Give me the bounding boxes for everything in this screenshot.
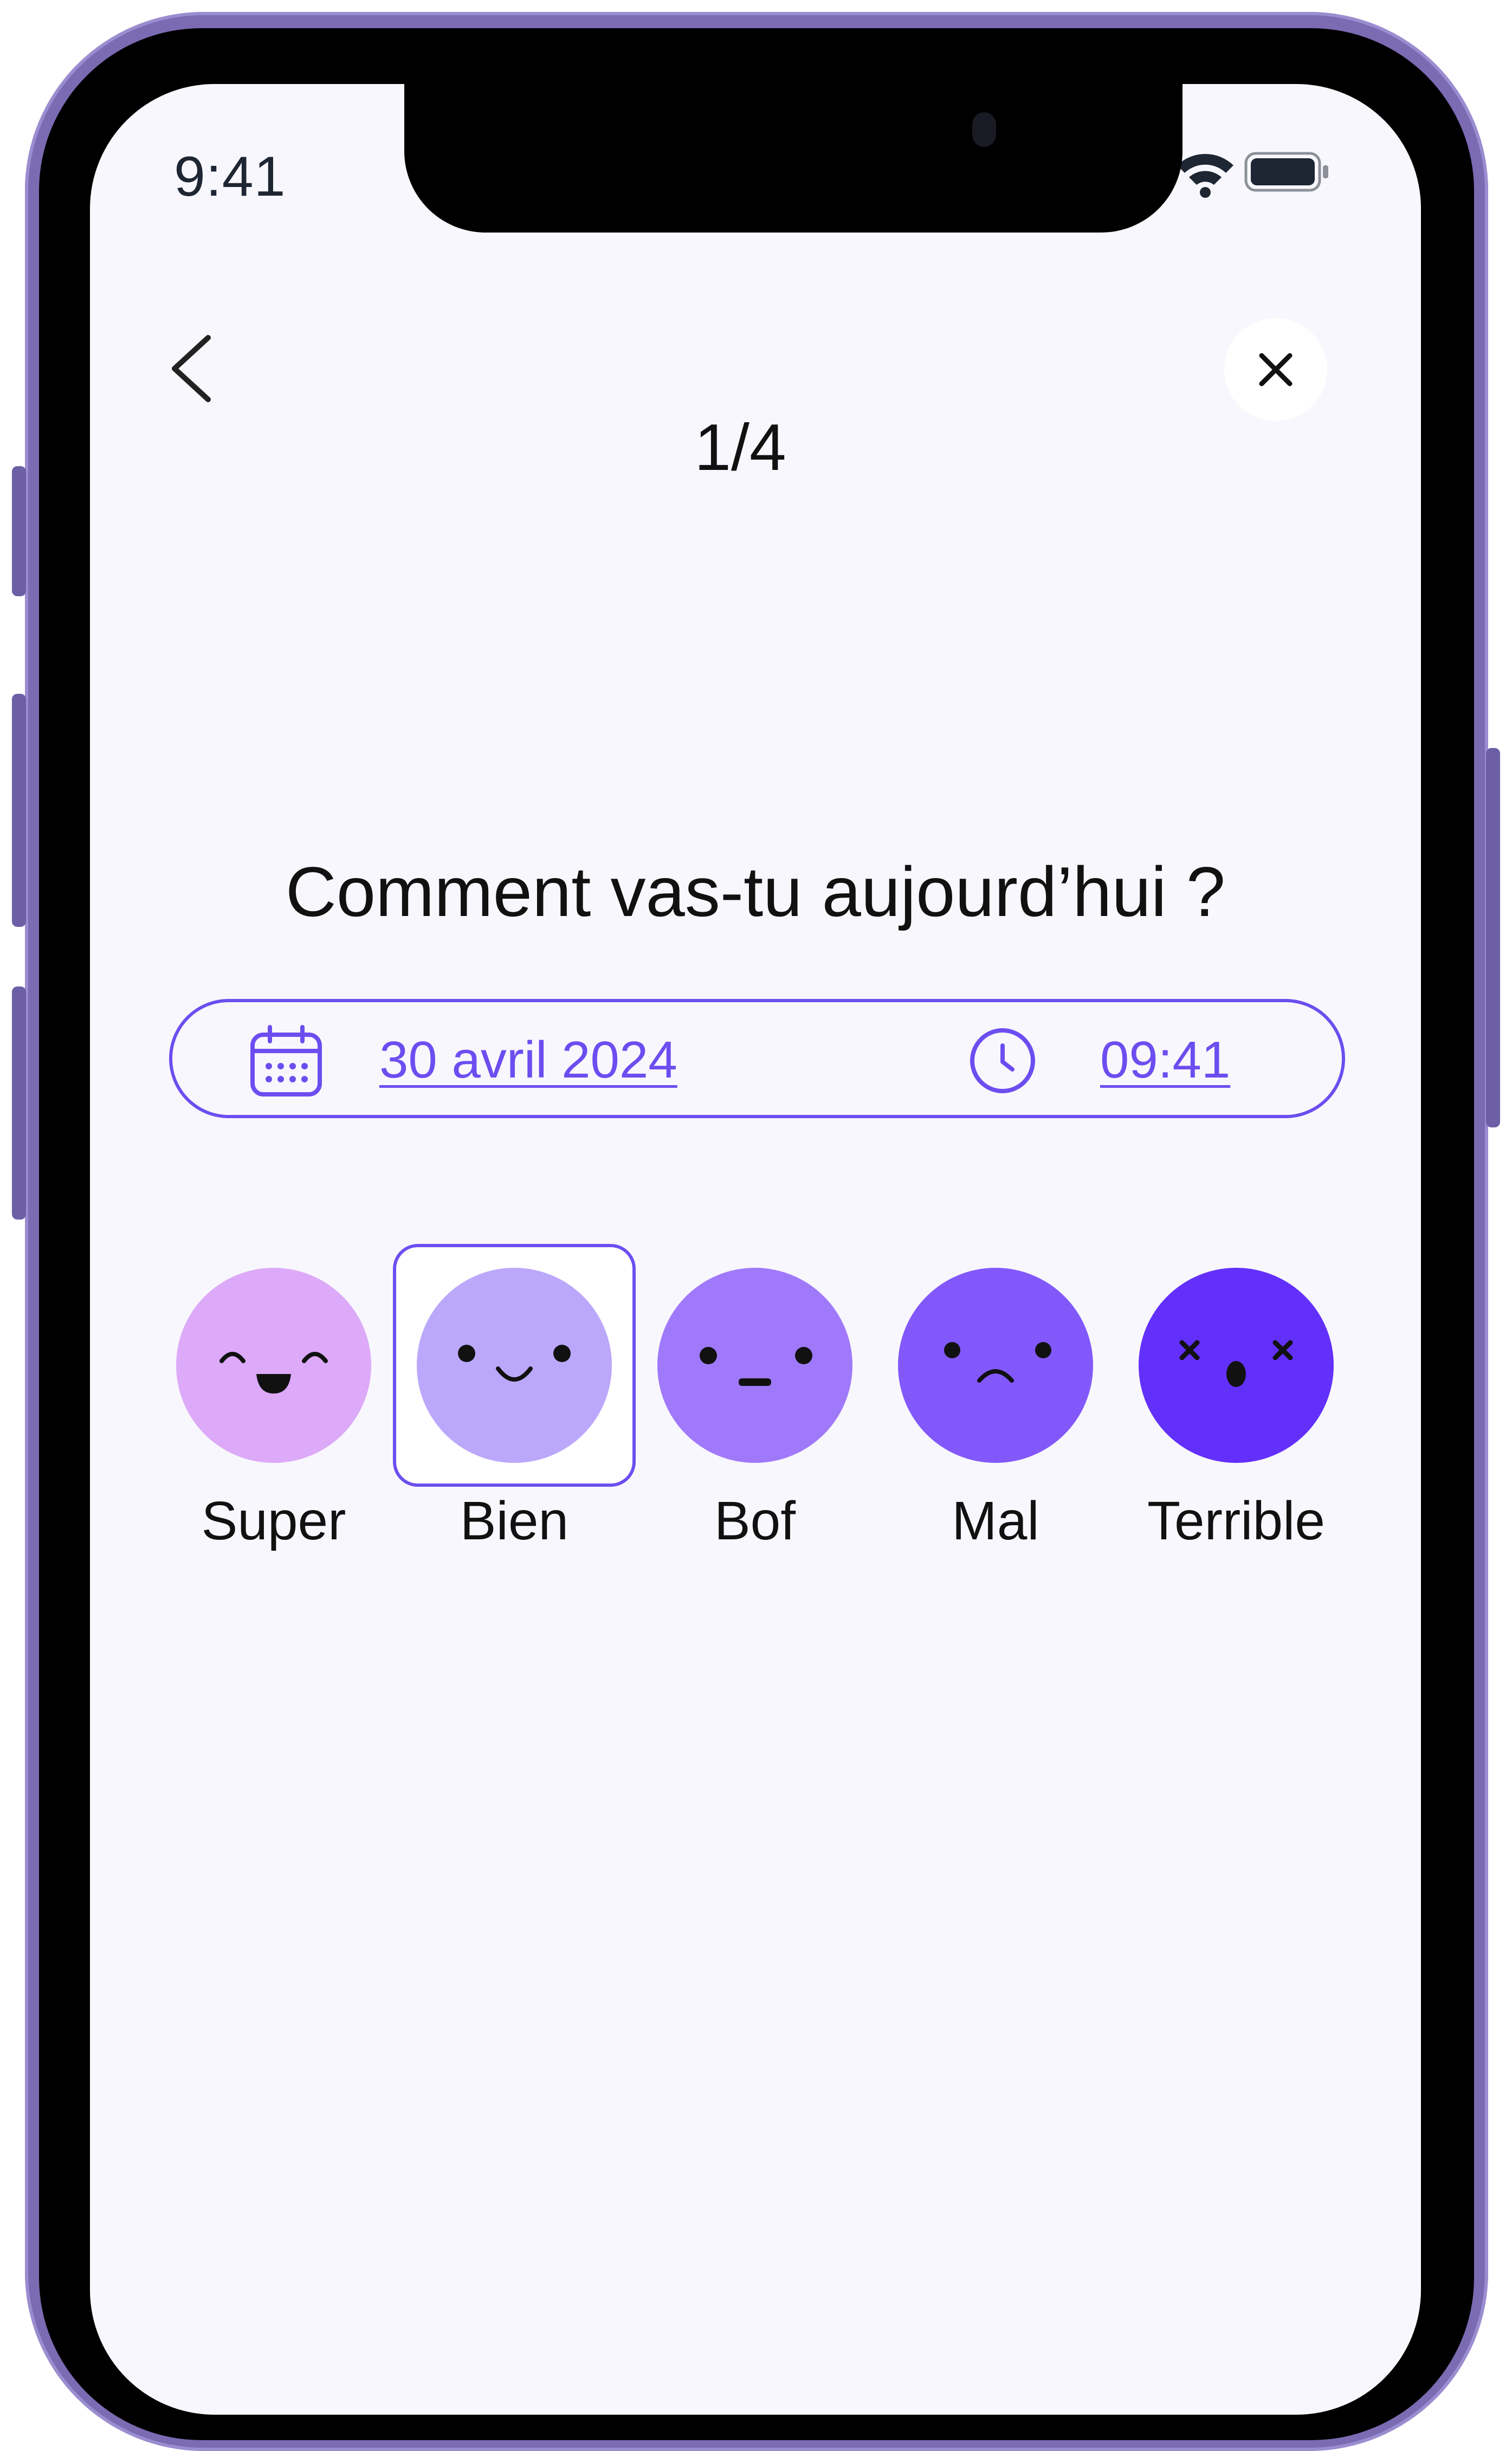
calendar-icon [250,1025,322,1096]
clock-icon [970,1028,1035,1093]
mood-face-mal [898,1268,1093,1463]
mood-bien[interactable]: Bien [393,1244,636,1566]
smiling-face-icon [458,1345,571,1382]
volume-down-button [12,986,26,1220]
mood-bof[interactable]: Bof [641,1252,869,1566]
mood-face-bof [657,1268,852,1463]
mood-label: Terrible [1147,1491,1325,1551]
screen: 9:41 1/4 Comment vas-tu aujourd’hui ? 30… [90,84,1421,2415]
mood-label: Super [201,1491,346,1551]
battery-icon [1244,150,1331,194]
volume-up-button [12,694,26,927]
date-link[interactable]: 30 avril 2024 [379,1030,677,1090]
dizzy-face-icon [1179,1340,1293,1387]
mood-label: Bof [714,1491,796,1551]
datetime-selector: 30 avril 2024 09:41 [169,999,1345,1118]
close-icon [1259,353,1293,386]
mood-face-super [176,1268,371,1463]
mute-switch [12,466,26,596]
step-counter: 1/4 [694,410,786,484]
mood-mal[interactable]: Mal [882,1252,1109,1566]
mood-terrible[interactable]: Terrible [1122,1252,1350,1566]
wifi-icon [1174,149,1237,198]
mood-super[interactable]: Super [160,1252,387,1566]
camera-icon [972,112,996,147]
notch [404,84,1183,233]
sad-face-icon [944,1342,1051,1383]
neutral-face-icon [700,1347,812,1386]
chevron-left-icon [172,335,211,402]
question-title: Comment vas-tu aujourd’hui ? [285,852,1226,931]
close-button[interactable] [1224,318,1327,421]
back-button[interactable] [159,322,219,415]
mood-label: Mal [952,1491,1039,1551]
mood-face-terrible [1139,1268,1334,1463]
status-time: 9:41 [174,145,286,208]
mood-face-bien [417,1268,612,1463]
time-link[interactable]: 09:41 [1100,1030,1230,1090]
mood-label: Bien [460,1491,569,1551]
laughing-face-icon [219,1352,328,1394]
power-button [1486,748,1500,1127]
